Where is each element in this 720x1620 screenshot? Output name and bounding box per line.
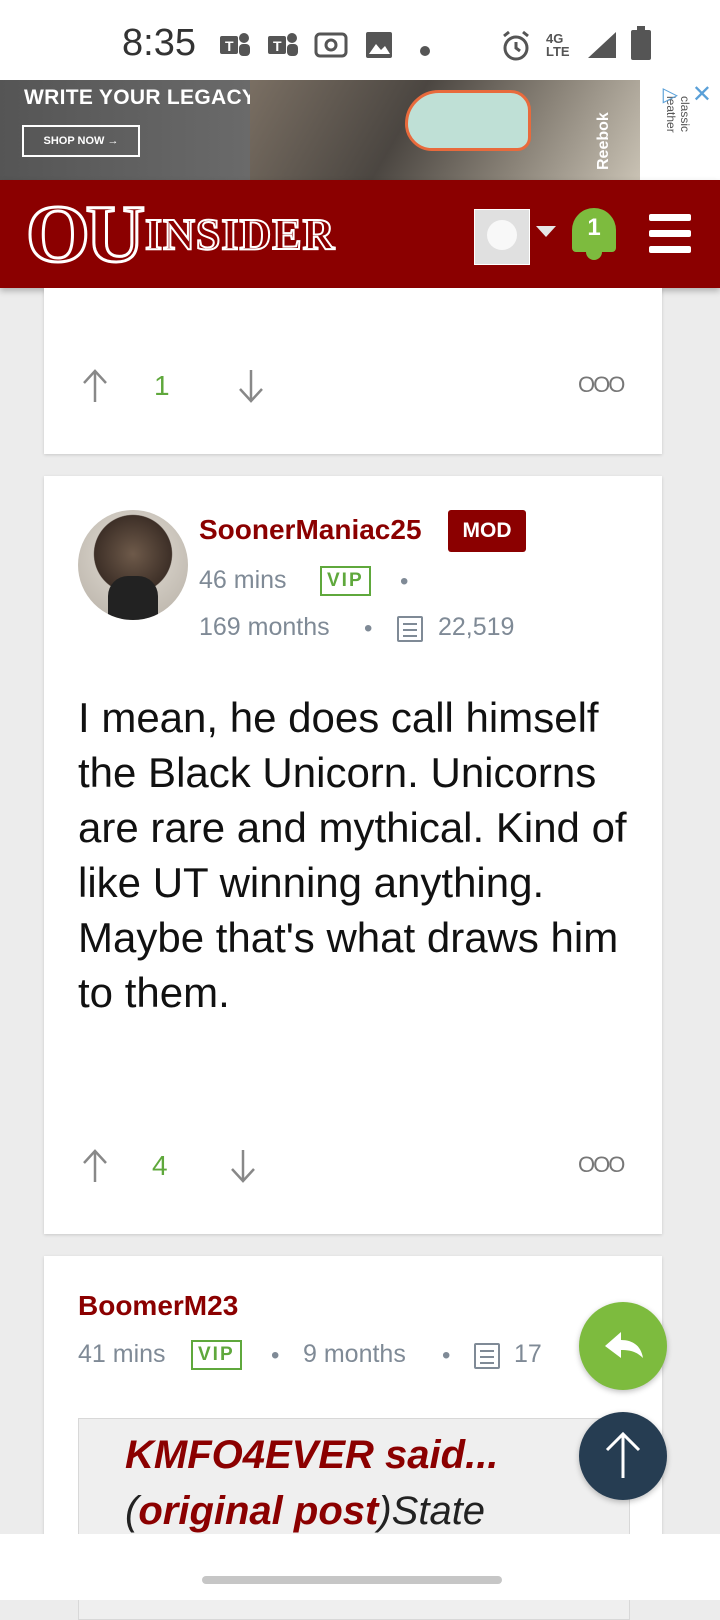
- quote-author[interactable]: KMFO4EVER said...: [125, 1433, 498, 1478]
- message-count: 17: [514, 1340, 542, 1368]
- avatar[interactable]: [78, 510, 188, 620]
- network-type: 4G LTE: [546, 31, 570, 59]
- message-count-icon: [474, 1343, 500, 1369]
- ad-banner[interactable]: WRITE YOUR LEGACY SHOP NOW → Reebok clas…: [0, 80, 720, 180]
- dot-icon: [418, 34, 432, 65]
- vote-count: 4: [152, 1150, 168, 1181]
- battery-icon: [630, 26, 652, 69]
- post-time[interactable]: 41 mins: [78, 1340, 166, 1369]
- signal-icon: [586, 30, 618, 67]
- post-time[interactable]: 46 mins: [199, 566, 287, 595]
- post-card: BoomerM23 41 mins VIP • 9 months • 17 KM…: [44, 1256, 662, 1620]
- separator-dot: •: [364, 615, 373, 642]
- post-card: SoonerManiac25 MOD 46 mins VIP • 169 mon…: [44, 476, 662, 1234]
- svg-text:T: T: [273, 38, 282, 54]
- teams-icon: T: [266, 30, 300, 67]
- message-count: 22,519: [438, 613, 515, 641]
- separator-dot: •: [271, 1342, 280, 1369]
- vote-count: 1: [154, 370, 170, 401]
- status-bar: 8:35 T T 4G LTE: [0, 0, 720, 80]
- quote-prefix: (: [125, 1489, 139, 1533]
- vote-controls: 4: [82, 1148, 256, 1184]
- chevron-down-icon[interactable]: [536, 226, 556, 237]
- ad-shoe-image: [405, 90, 531, 151]
- image-icon: [364, 30, 394, 67]
- notification-bell-icon[interactable]: 1: [570, 204, 618, 262]
- vip-badge: VIP: [320, 566, 371, 596]
- original-post-link[interactable]: original post: [138, 1489, 378, 1533]
- vote-controls: 1: [82, 368, 264, 404]
- status-time: 8:35: [122, 22, 196, 64]
- logo-insider: INSIDER: [144, 209, 336, 260]
- more-options-icon[interactable]: OOO: [578, 1152, 625, 1178]
- svg-text:T: T: [225, 38, 234, 54]
- post-card: 1 OOO: [44, 288, 662, 454]
- downvote-icon[interactable]: [230, 1148, 256, 1184]
- radio-icon: [314, 30, 348, 67]
- notification-count: 1: [587, 214, 601, 241]
- scroll-to-top-button[interactable]: [579, 1412, 667, 1500]
- arrow-up-icon: [605, 1431, 641, 1478]
- ad-shop-now-button[interactable]: SHOP NOW →: [22, 125, 140, 157]
- ad-side-text: classic leather: [664, 96, 692, 133]
- upvote-icon[interactable]: [82, 368, 108, 404]
- separator-dot: •: [442, 1342, 451, 1369]
- hamburger-menu-icon[interactable]: [649, 214, 691, 254]
- close-ad-icon[interactable]: ✕: [692, 80, 712, 109]
- user-avatar[interactable]: [474, 209, 530, 265]
- ad-headline: WRITE YOUR LEGACY: [24, 86, 257, 109]
- site-logo[interactable]: OU INSIDER: [25, 188, 336, 279]
- reply-button[interactable]: [579, 1302, 667, 1390]
- post-username[interactable]: BoomerM23: [78, 1290, 238, 1322]
- member-tenure: 9 months: [303, 1340, 406, 1368]
- member-tenure: 169 months: [199, 613, 330, 641]
- quote-text: (original post)State: [125, 1489, 485, 1534]
- site-header: OU INSIDER 1: [0, 180, 720, 288]
- adchoices-icon[interactable]: ▷: [663, 82, 678, 107]
- teams-icon: T: [218, 30, 252, 67]
- upvote-icon[interactable]: [82, 1148, 108, 1184]
- more-options-icon[interactable]: OOO: [578, 372, 625, 398]
- vip-badge: VIP: [191, 1340, 242, 1370]
- message-count-icon: [397, 616, 423, 642]
- home-gesture-pill[interactable]: [202, 1576, 502, 1584]
- post-body: I mean, he does call himself the Black U…: [78, 694, 627, 1016]
- alarm-icon: [500, 30, 532, 69]
- separator-dot: •: [400, 568, 409, 595]
- system-navigation-bar: [0, 1534, 720, 1600]
- downvote-icon[interactable]: [238, 368, 264, 404]
- mod-badge: MOD: [448, 510, 526, 552]
- reply-icon: [605, 1332, 643, 1358]
- quote-suffix: )State: [378, 1489, 486, 1533]
- ad-brand: Reebok: [595, 112, 612, 170]
- logo-ou: OU: [25, 188, 147, 279]
- bell-clapper: [586, 252, 602, 260]
- post-username[interactable]: SoonerManiac25: [199, 514, 422, 546]
